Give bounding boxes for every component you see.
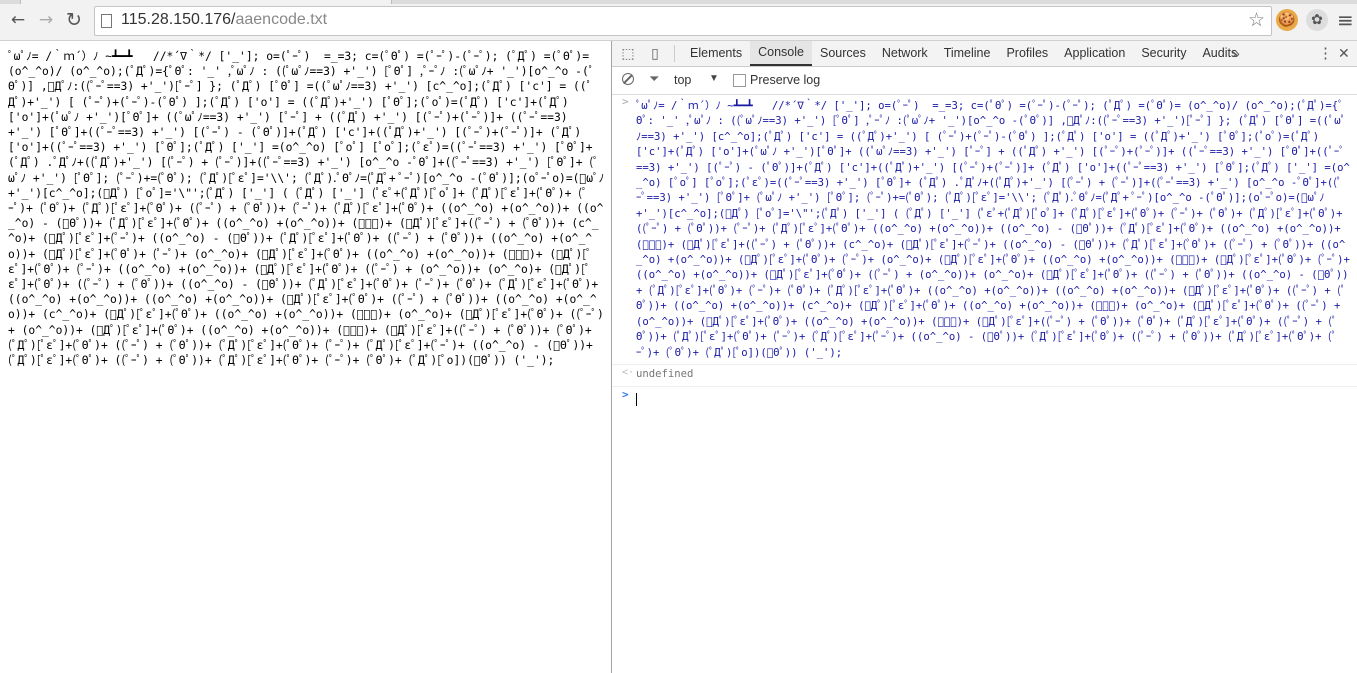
console-result-text: undefined (636, 367, 694, 380)
console-toolbar: ⏷ top ▼ Preserve log (612, 67, 1357, 95)
device-toolbar-icon[interactable]: ▯ (647, 45, 663, 61)
filter-icon[interactable]: ⏷ (649, 71, 659, 87)
back-arrow-icon: ← (10, 10, 26, 30)
preserve-log-label[interactable]: Preserve log (750, 73, 820, 87)
reload-icon: ↻ (66, 9, 82, 31)
bookmark-star-icon[interactable]: ☆ (1248, 9, 1265, 31)
result-marker-icon: <· (622, 366, 635, 378)
inspect-element-icon[interactable]: ⬚ (620, 45, 636, 61)
devtools-toolbar: ⬚ ▯ Elements Console Sources Network Tim… (612, 41, 1357, 67)
extension-icon[interactable]: ✿ (1306, 9, 1328, 31)
more-tabs-icon[interactable]: » (1232, 41, 1240, 66)
console-output: > ﾟωﾟﾉ= /｀ｍ´）ﾉ ~┻━┻ //*´∇｀*/ ['_']; o=(ﾟ… (612, 94, 1357, 673)
url-path: aaencode.txt (235, 11, 328, 28)
console-prompt[interactable]: > (612, 387, 1357, 410)
console-input-text: ﾟωﾟﾉ= /｀ｍ´）ﾉ ~┻━┻ //*´∇｀*/ ['_']; o=(ﾟｰﾟ… (636, 100, 1357, 359)
tab-application[interactable]: Application (1056, 41, 1133, 66)
context-selector[interactable]: top (674, 73, 691, 87)
url-text[interactable]: 115.28.150.176/aaencode.txt (121, 11, 327, 29)
forward-button[interactable]: → (36, 10, 56, 30)
tab-sources[interactable]: Sources (812, 41, 874, 66)
devtools-menu-icon[interactable]: ⋮ (1318, 41, 1333, 66)
back-button[interactable]: ← (8, 10, 28, 30)
browser-toolbar: ← → ↻ 115.28.150.176/aaencode.txt ☆ 🍪 ✿ … (0, 0, 1357, 41)
tab-timeline[interactable]: Timeline (936, 41, 999, 66)
tab-strip (0, 0, 1357, 4)
input-marker-icon: > (622, 95, 629, 108)
browser-menu-icon[interactable]: ≡ (1337, 8, 1354, 32)
active-tab[interactable] (20, 0, 392, 4)
tab-profiles[interactable]: Profiles (998, 41, 1056, 66)
tab-console[interactable]: Console (750, 41, 812, 66)
tab-network[interactable]: Network (874, 41, 936, 66)
page-content: ﾟωﾟﾉ= /｀ｍ´）ﾉ ~┻━┻ //*´∇｀*/ ['_']; o=(ﾟｰﾟ… (0, 41, 611, 673)
url-host: 115.28.150.176/ (121, 11, 236, 28)
context-dropdown-icon[interactable]: ▼ (709, 73, 719, 84)
close-devtools-icon[interactable]: ✕ (1338, 41, 1350, 66)
devtools-tabs: Elements Console Sources Network Timelin… (682, 41, 1245, 66)
prompt-marker-icon: > (622, 388, 629, 402)
forward-arrow-icon: → (38, 10, 54, 30)
console-input-entry: > ﾟωﾟﾉ= /｀ｍ´）ﾉ ~┻━┻ //*´∇｀*/ ['_']; o=(ﾟ… (612, 94, 1357, 365)
reload-button[interactable]: ↻ (64, 10, 84, 30)
toolbar-divider (674, 45, 675, 62)
clear-console-icon[interactable] (622, 73, 634, 85)
tab-elements[interactable]: Elements (682, 41, 750, 66)
preserve-log-checkbox[interactable] (733, 74, 746, 87)
address-bar[interactable]: 115.28.150.176/aaencode.txt ☆ (94, 6, 1272, 36)
tab-security[interactable]: Security (1133, 41, 1194, 66)
cookie-extension-icon[interactable]: 🍪 (1276, 9, 1298, 31)
devtools-panel: ⬚ ▯ Elements Console Sources Network Tim… (611, 41, 1357, 673)
page-icon (101, 14, 112, 28)
page-text: ﾟωﾟﾉ= /｀ｍ´）ﾉ ~┻━┻ //*´∇｀*/ ['_']; o=(ﾟｰﾟ… (8, 50, 611, 368)
text-caret (636, 393, 637, 407)
console-result-entry: <· undefined (612, 365, 1357, 388)
